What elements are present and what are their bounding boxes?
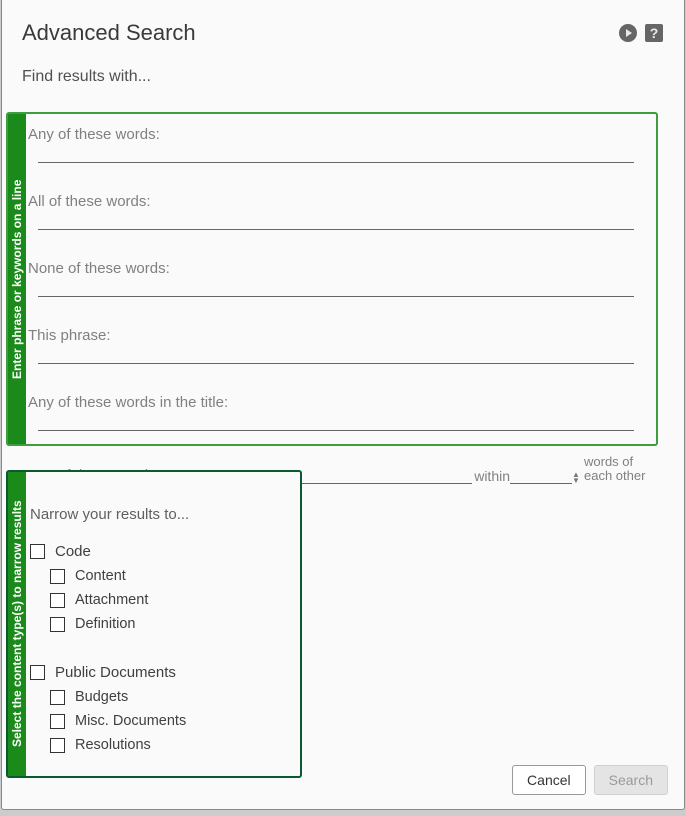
narrow-panel: Select the content type(s) to narrow res… <box>6 470 302 778</box>
header-icons: ? <box>618 23 664 43</box>
checkbox-row-misc-documents[interactable]: Misc. Documents <box>30 713 292 729</box>
advanced-search-dialog: Advanced Search ? Find results with... E… <box>1 0 685 810</box>
dialog-header: Advanced Search ? <box>22 20 664 46</box>
field-label: Any of these words in the title: <box>28 394 654 411</box>
checkbox-icon[interactable] <box>50 714 65 729</box>
checkbox-icon[interactable] <box>30 665 45 680</box>
trail-label: words of each other <box>584 455 654 484</box>
cancel-button[interactable]: Cancel <box>512 765 586 795</box>
field-all-words: All of these words: <box>28 193 654 230</box>
any-words-input[interactable] <box>38 145 634 163</box>
narrow-panel-sidebar-label: Select the content type(s) to narrow res… <box>8 472 26 776</box>
play-icon[interactable] <box>618 23 638 43</box>
field-label: None of these words: <box>28 260 654 277</box>
keywords-panel-body: Any of these words: All of these words: … <box>26 114 656 444</box>
proximity-distance-input[interactable] <box>510 466 572 484</box>
field-none-words: None of these words: <box>28 260 654 297</box>
checkbox-label: Misc. Documents <box>75 713 186 729</box>
checkbox-label: Budgets <box>75 689 128 705</box>
stepper-icon[interactable]: ▲▼ <box>572 472 582 484</box>
checkbox-row-public-documents[interactable]: Public Documents <box>30 664 292 681</box>
checkbox-icon[interactable] <box>50 593 65 608</box>
help-icon[interactable]: ? <box>644 23 664 43</box>
dialog-title: Advanced Search <box>22 20 196 46</box>
title-words-input[interactable] <box>38 413 634 431</box>
checkbox-icon[interactable] <box>30 544 45 559</box>
checkbox-label: Code <box>55 543 91 560</box>
narrow-panel-body: Narrow your results to... Code Content A… <box>26 472 300 776</box>
field-label: All of these words: <box>28 193 654 210</box>
checkbox-icon[interactable] <box>50 738 65 753</box>
search-button[interactable]: Search <box>594 765 668 795</box>
field-any-words: Any of these words: <box>28 126 654 163</box>
checkbox-label: Resolutions <box>75 737 151 753</box>
checkbox-icon[interactable] <box>50 690 65 705</box>
phrase-input[interactable] <box>38 346 634 364</box>
all-words-input[interactable] <box>38 212 634 230</box>
checkbox-label: Attachment <box>75 592 148 608</box>
checkbox-row-attachment[interactable]: Attachment <box>30 592 292 608</box>
field-label: Any of these words: <box>28 126 654 143</box>
checkbox-row-content[interactable]: Content <box>30 568 292 584</box>
checkbox-label: Public Documents <box>55 664 176 681</box>
within-label: within <box>474 468 510 484</box>
checkbox-row-resolutions[interactable]: Resolutions <box>30 737 292 753</box>
checkbox-icon[interactable] <box>50 617 65 632</box>
none-words-input[interactable] <box>38 279 634 297</box>
field-title-words: Any of these words in the title: <box>28 394 654 431</box>
dialog-subtitle: Find results with... <box>22 68 151 86</box>
narrow-panel-title: Narrow your results to... <box>30 506 292 523</box>
dialog-footer: Cancel Search <box>512 765 668 795</box>
keywords-panel: Enter phrase or keywords on a line Any o… <box>6 112 658 446</box>
svg-text:?: ? <box>650 25 659 41</box>
checkbox-row-code[interactable]: Code <box>30 543 292 560</box>
field-this-phrase: This phrase: <box>28 327 654 364</box>
checkbox-label: Content <box>75 568 126 584</box>
keywords-panel-sidebar-label: Enter phrase or keywords on a line <box>8 114 26 444</box>
checkbox-row-definition[interactable]: Definition <box>30 616 292 632</box>
checkbox-row-budgets[interactable]: Budgets <box>30 689 292 705</box>
checkbox-label: Definition <box>75 616 135 632</box>
field-label: This phrase: <box>28 327 654 344</box>
checkbox-icon[interactable] <box>50 569 65 584</box>
